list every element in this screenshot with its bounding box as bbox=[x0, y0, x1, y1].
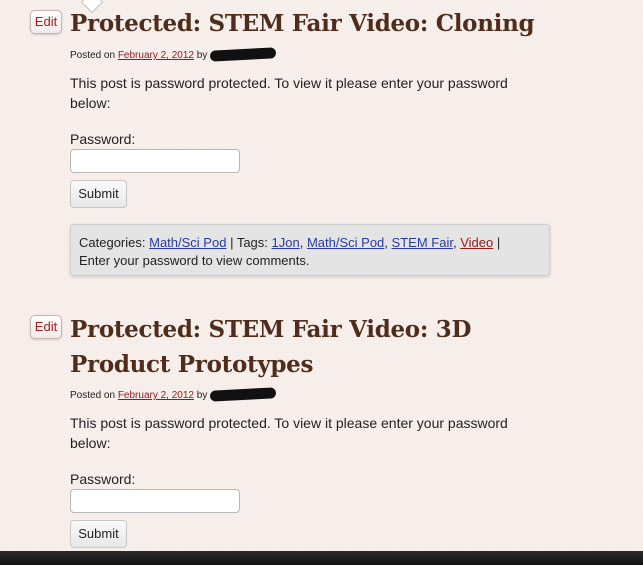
by-label: by bbox=[196, 50, 208, 61]
separator: | bbox=[496, 235, 501, 250]
by-label: by bbox=[196, 390, 208, 401]
post-meta: Posted on February 2, 2012 by bbox=[70, 387, 277, 402]
submit-button[interactable]: Submit bbox=[70, 180, 127, 208]
password-input[interactable] bbox=[70, 489, 240, 513]
category-link[interactable]: Math/Sci Pod bbox=[149, 235, 226, 250]
password-label: Password: bbox=[70, 131, 136, 147]
submit-button[interactable]: Submit bbox=[70, 520, 127, 548]
post-meta: Posted on February 2, 2012 by bbox=[70, 47, 277, 62]
redacted-author bbox=[210, 47, 277, 62]
separator: , bbox=[299, 235, 304, 250]
tags-label: | Tags: bbox=[230, 235, 268, 250]
protected-message: This post is password protected. To view… bbox=[70, 75, 508, 111]
tag-link[interactable]: 1Jon bbox=[272, 235, 300, 250]
tag-link[interactable]: STEM Fair bbox=[392, 235, 453, 250]
post-date-link[interactable]: February 2, 2012 bbox=[118, 50, 194, 61]
edit-button[interactable]: Edit bbox=[30, 10, 62, 34]
categories-label: Categories: bbox=[79, 235, 146, 250]
post-title[interactable]: Protected: STEM Fair Video: 3D Product P… bbox=[70, 312, 570, 382]
protected-message: This post is password protected. To view… bbox=[70, 415, 508, 451]
separator: , bbox=[384, 235, 388, 250]
post-title[interactable]: Protected: STEM Fair Video: Cloning bbox=[70, 6, 590, 41]
redacted-author bbox=[210, 387, 277, 402]
taskbar-edge bbox=[0, 551, 643, 565]
password-input[interactable] bbox=[70, 149, 240, 173]
posted-on-label: Posted on bbox=[70, 390, 116, 401]
post-footer: Categories: Math/Sci Pod | Tags: 1Jon, M… bbox=[70, 224, 550, 276]
tag-link[interactable]: Video bbox=[460, 235, 493, 250]
tag-link[interactable]: Math/Sci Pod bbox=[307, 235, 384, 250]
post-date-link[interactable]: February 2, 2012 bbox=[118, 390, 194, 401]
separator: , bbox=[452, 235, 457, 250]
password-label: Password: bbox=[70, 471, 136, 487]
posted-on-label: Posted on bbox=[70, 50, 116, 61]
edit-button[interactable]: Edit bbox=[30, 315, 62, 339]
comments-note: Enter your password to view comments. bbox=[79, 253, 310, 268]
